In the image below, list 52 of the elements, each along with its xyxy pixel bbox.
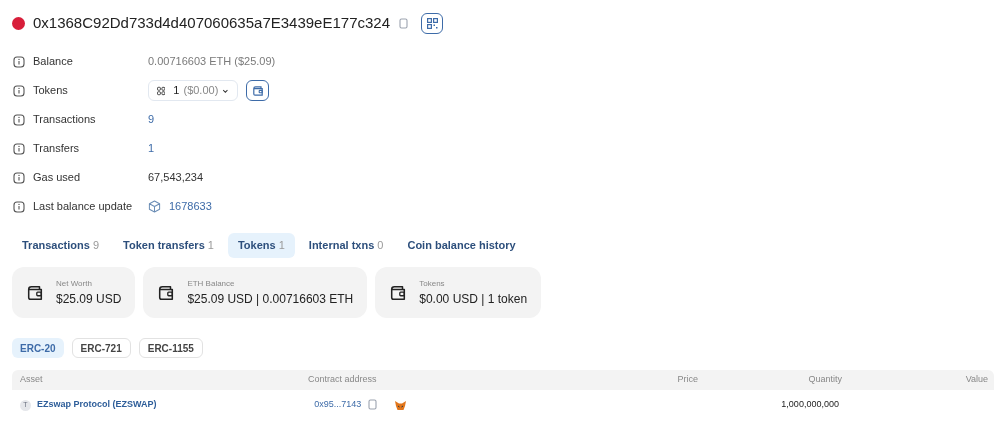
- fox-icon[interactable]: [394, 399, 408, 411]
- token-type-filter[interactable]: ERC-721: [71, 338, 131, 358]
- card-value: $25.09 USD: [56, 290, 122, 308]
- tab[interactable]: Tokens 1: [227, 233, 295, 258]
- detail-label: Tokens: [33, 83, 68, 99]
- card-label: Tokens: [419, 277, 446, 290]
- info-icon[interactable]: [13, 142, 25, 155]
- column-header: Contract address: [307, 373, 378, 387]
- token-type-filter[interactable]: ERC-20: [12, 338, 64, 358]
- detail-label: Gas used: [33, 170, 81, 186]
- column-header: Asset: [19, 373, 44, 387]
- count-link[interactable]: 1: [148, 140, 155, 157]
- quantity-cell-text: 1,000,000,000: [780, 398, 839, 412]
- info-icon[interactable]: [13, 200, 25, 213]
- column-header: Quantity: [807, 373, 843, 387]
- tab[interactable]: Transactions 9: [12, 233, 110, 258]
- wallet-icon: [157, 283, 176, 302]
- grid-icon: [157, 85, 166, 96]
- block-link[interactable]: 1678633: [169, 198, 212, 215]
- info-icon[interactable]: [13, 55, 25, 68]
- cube-icon: [148, 200, 161, 213]
- info-icon[interactable]: [13, 171, 25, 184]
- wallet-icon: [389, 283, 408, 302]
- card-label: Net Worth: [56, 277, 93, 290]
- token-type-filter[interactable]: ERC-1155: [138, 338, 203, 358]
- tokens-dropdown[interactable]: 1 ($0.00): [148, 80, 238, 101]
- address-text: 0x1368C92Dd733d4d407060635a7E3439eE177c324: [33, 13, 390, 34]
- wallet-icon: [26, 283, 44, 302]
- wallet-button[interactable]: [246, 80, 269, 101]
- address-avatar: [12, 17, 25, 30]
- tab[interactable]: Token transfers 1: [113, 233, 224, 258]
- tab[interactable]: Internal txns 0: [298, 233, 394, 258]
- column-header: Value: [964, 373, 988, 387]
- column-header: Price: [677, 373, 699, 387]
- asset-link[interactable]: EZswap Protocol (EZSWAP): [37, 398, 157, 412]
- card-value: $25.09 USD | 0.00716603 ETH: [187, 290, 354, 308]
- info-icon[interactable]: [13, 84, 25, 97]
- detail-label: Balance: [33, 54, 73, 70]
- contract-link[interactable]: 0x95...7143: [314, 398, 362, 412]
- qr-code-icon: [426, 18, 438, 29]
- tab[interactable]: Coin balance history: [397, 233, 526, 258]
- card-value: $0.00 USD | 1 token: [419, 290, 528, 308]
- gas-value: 67,543,234: [148, 170, 204, 186]
- balance-value: 0.00716603 ETH ($25.09): [148, 54, 276, 70]
- info-icon[interactable]: [13, 113, 25, 126]
- detail-label: Transfers: [33, 141, 80, 157]
- detail-label: Last balance update: [33, 199, 133, 215]
- card-label: ETH Balance: [187, 277, 236, 290]
- qr-code-button[interactable]: [421, 13, 443, 34]
- detail-label: Transactions: [33, 112, 96, 128]
- count-link[interactable]: 9: [148, 111, 155, 128]
- wallet-icon: [251, 84, 264, 97]
